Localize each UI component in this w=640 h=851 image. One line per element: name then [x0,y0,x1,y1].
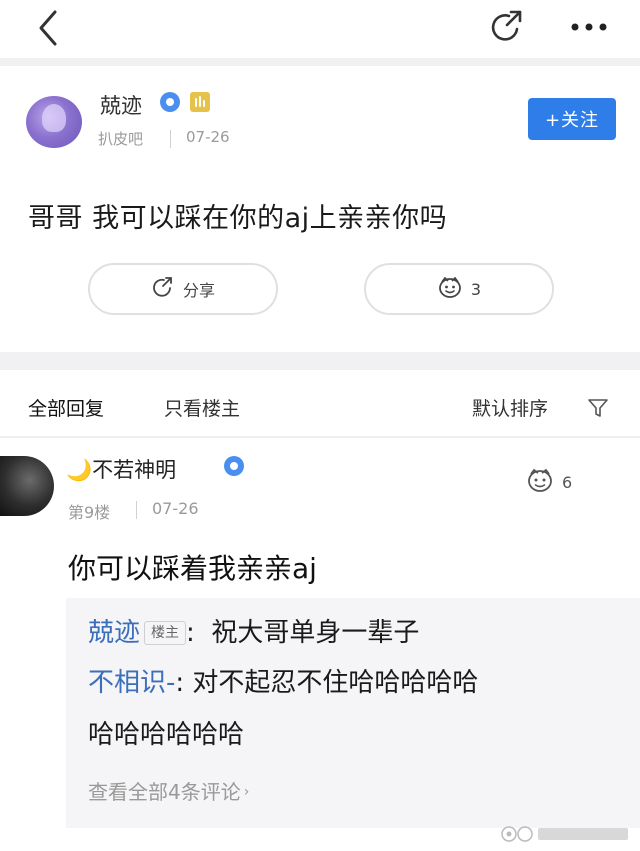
level-badge-icon [190,92,210,112]
reply-content: 你可以踩着我亲亲aj [68,552,317,585]
like-face-icon [437,275,463,303]
like-face-icon [526,467,554,497]
sub-reply-author[interactable]: 不相识- [88,668,175,698]
divider-band [0,58,640,66]
verified-badge-icon [160,92,180,112]
filter-funnel-icon[interactable] [586,396,610,420]
sort-dropdown[interactable]: 默认排序 [472,394,548,421]
meta-divider [136,501,137,519]
tab-all-replies[interactable]: 全部回复 [28,394,104,421]
share-icon[interactable] [484,6,530,48]
post-author-avatar[interactable] [26,96,82,148]
view-all-comments-link[interactable]: 查看全部4条评论 › [88,776,249,805]
like-count: 3 [470,279,482,299]
sub-reply-author[interactable]: 兢迹 [88,618,140,648]
share-button[interactable]: 分享 [88,263,278,315]
section-divider-band [0,352,640,370]
post-date: 07-26 [186,128,230,146]
share-label: 分享 [182,281,215,300]
tab-only-owner[interactable]: 只看楼主 [164,394,240,421]
sub-reply-text: 祝大哥单身一辈子 [211,618,420,648]
tab-divider [0,436,640,438]
reply-like-count: 6 [562,472,573,492]
sub-reply-2-continued: 哈哈哈哈哈哈 [88,712,244,758]
reply-author-avatar[interactable] [0,456,54,516]
chevron-right-icon: › [243,784,250,800]
back-chevron-icon[interactable] [28,8,68,48]
sub-reply-text: 哈哈哈哈哈哈 [88,720,245,750]
sub-reply-separator: : [186,618,195,648]
sub-reply-2[interactable]: 不相识-: 对不起忍不住哈哈哈哈哈 [88,660,478,706]
follow-button[interactable]: +关注 [528,98,616,140]
like-button[interactable]: 3 [364,263,554,315]
post-forum[interactable]: 扒皮吧 [98,128,143,149]
view-all-label: 查看全部4条评论 [88,780,241,804]
post-author-name[interactable]: 兢迹 [100,90,142,120]
owner-tag: 楼主 [144,621,187,645]
reply-author-name[interactable]: 🌙不若神明 [66,454,176,484]
top-bar [0,0,640,58]
sub-reply-1[interactable]: 兢迹 楼主: 祝大哥单身一辈子 [88,610,419,656]
reply-floor: 第9楼 [68,503,111,522]
more-dots-icon[interactable] [564,10,614,44]
verified-badge-icon [224,456,244,476]
reply-like-button[interactable]: 6 [526,467,572,497]
share-icon [151,275,175,303]
sub-reply-text: 对不起忍不住哈哈哈哈哈 [192,668,479,698]
post-content: 哥哥 我可以踩在你的aj上亲亲你吗 [28,203,448,234]
reply-date: 07-26 [152,499,199,518]
sub-reply-separator: : [175,668,185,698]
weibo-watermark [500,824,632,844]
meta-divider [170,130,171,148]
